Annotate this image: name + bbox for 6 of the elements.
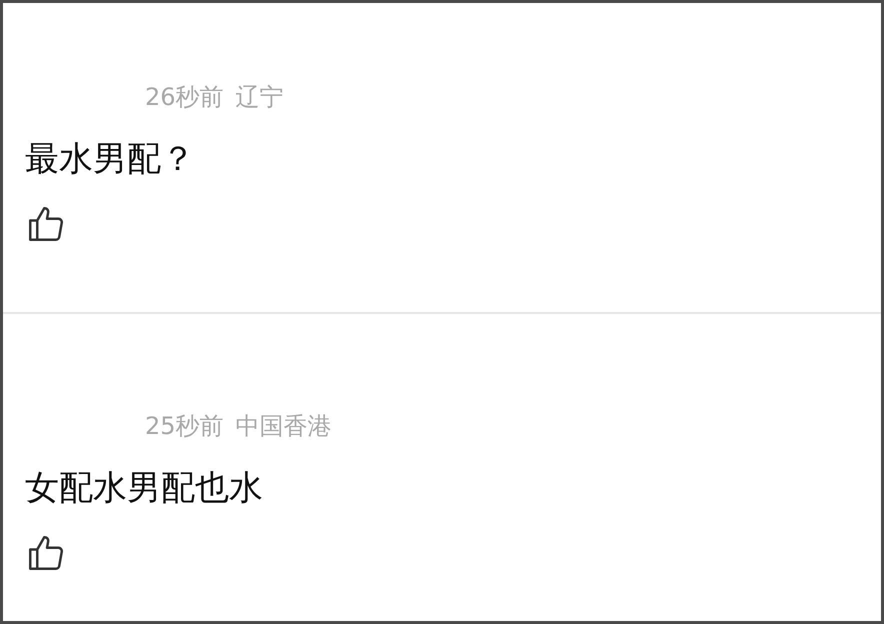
comment-time: 25秒前 bbox=[145, 410, 224, 442]
comment-location: 辽宁 bbox=[236, 82, 284, 113]
comment-text: 女配水男配也水 bbox=[25, 466, 263, 510]
comment-location: 中国香港 bbox=[236, 410, 332, 442]
comment-text: 最水男配？ bbox=[25, 138, 195, 181]
comment-time: 26秒前 bbox=[145, 82, 224, 113]
